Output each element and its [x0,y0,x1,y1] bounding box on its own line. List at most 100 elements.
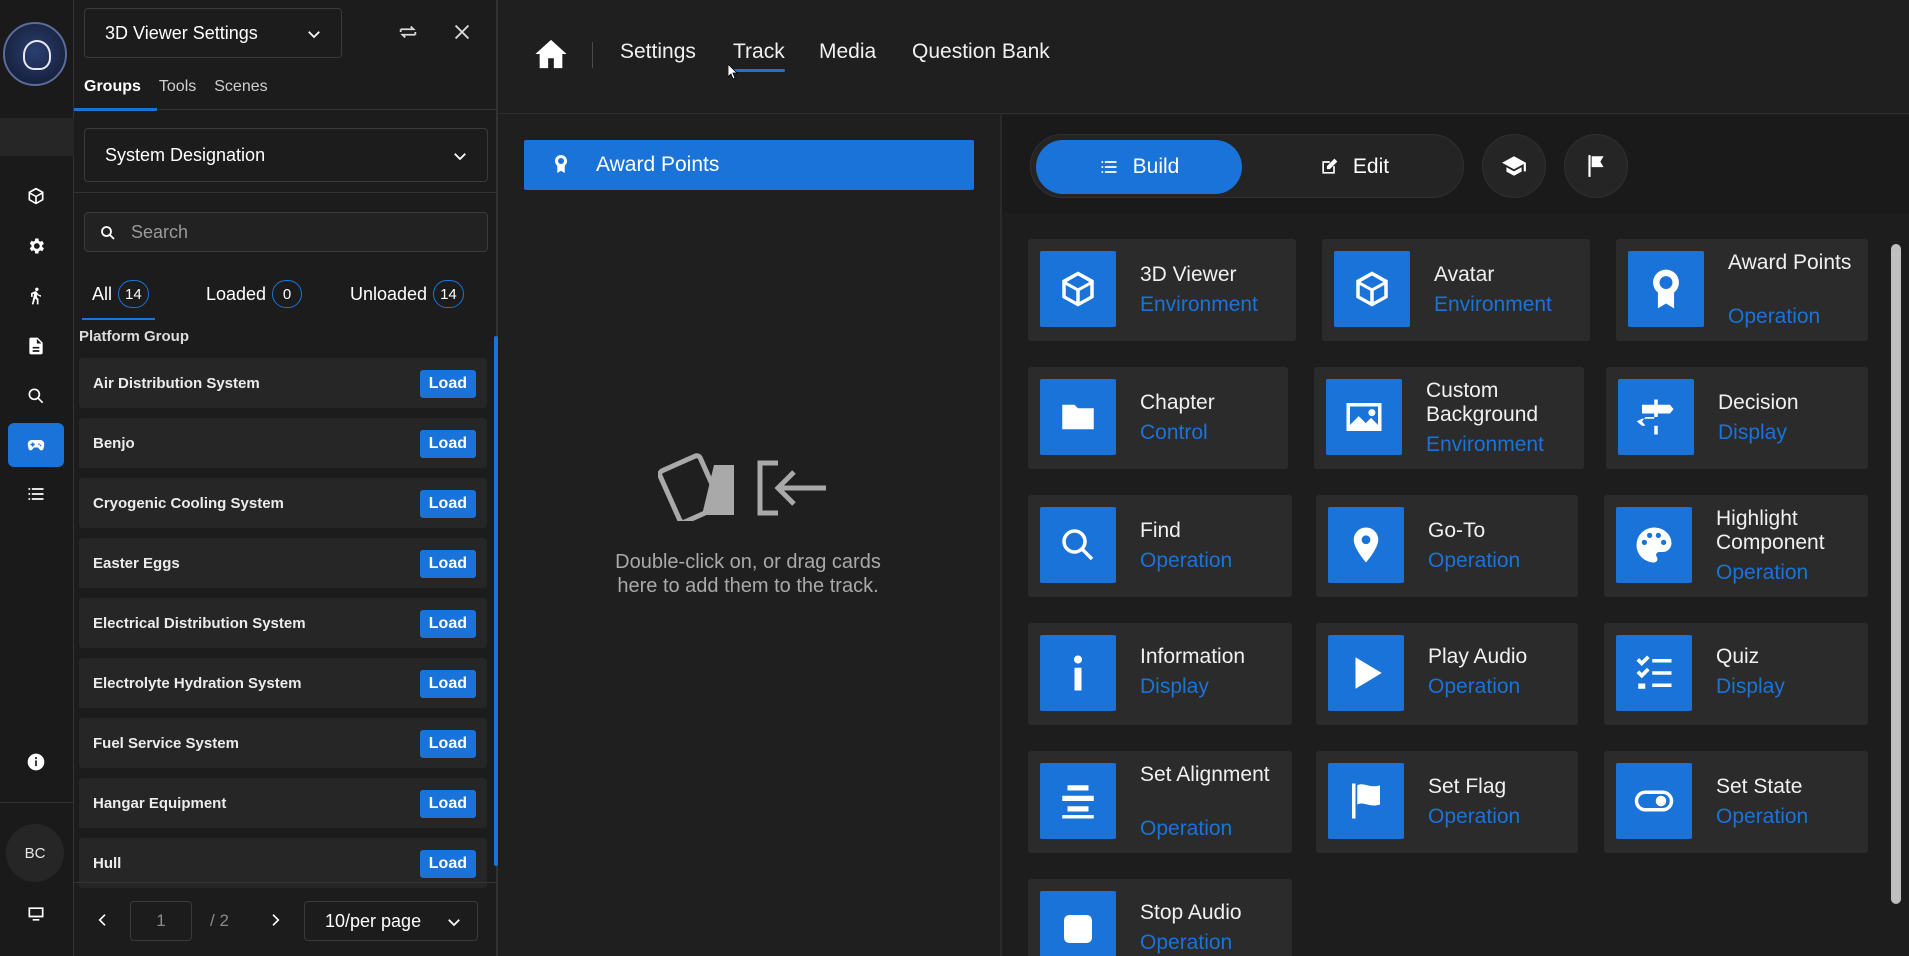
nav-media[interactable]: Media [819,40,876,64]
cube-icon [1356,271,1388,307]
list-item[interactable]: Cryogenic Cooling System Load [79,478,487,528]
card-quiz[interactable]: Quiz Display [1604,623,1868,725]
filter-unloaded[interactable]: Unloaded 14 [350,268,464,320]
refresh-button[interactable] [390,14,426,50]
search-icon [1062,529,1094,561]
load-button[interactable]: Load [419,490,476,518]
edit-label: Edit [1352,155,1390,178]
monitor-icon [28,907,44,921]
per-page-select[interactable]: 10/per page [304,901,478,941]
card-category: Environment [1140,293,1258,316]
tab-groups[interactable]: Groups [74,72,157,111]
rail-monitor-button[interactable] [8,892,64,936]
card-category: Operation [1728,305,1821,328]
card-go-to[interactable]: Go-To Operation [1316,495,1578,597]
card-icon [1334,251,1410,327]
list-item[interactable]: Hangar Equipment Load [79,778,487,828]
rail-list-button[interactable] [8,472,64,516]
filter-unloaded-label: Unloaded [350,283,428,304]
user-avatar[interactable]: BC [6,824,64,882]
drag-drop-icon [658,453,826,521]
card-chapter[interactable]: Chapter Control [1028,367,1288,469]
edit-button[interactable]: Edit [1251,140,1457,194]
card-icon [1326,379,1402,455]
track-column: Award Points Double-click on, or drag ca… [498,115,1000,956]
card-icon [1628,251,1704,327]
play-icon [1355,657,1382,689]
card-set-alignment[interactable]: Set Alignment Operation [1028,751,1292,853]
card-play-audio[interactable]: Play Audio Operation [1316,623,1578,725]
card-title: 3D Viewer [1140,263,1237,286]
search-field[interactable] [84,212,488,252]
quiz-mode-button[interactable] [1482,134,1546,198]
rail-search-button[interactable] [8,374,64,418]
list-item[interactable]: Fuel Service System Load [79,718,487,768]
track-card-award-points[interactable]: Award Points [524,140,974,190]
group-filter-select[interactable]: System Designation [84,128,488,182]
item-label: Electrical Distribution System [93,614,306,632]
load-filter-tabs: All 14 Loaded 0 Unloaded 14 [74,268,498,320]
panel-separator [74,192,498,193]
card-award-points[interactable]: Award Points Operation [1616,239,1868,341]
list-item[interactable]: Benjo Load [79,418,487,468]
tab-tools[interactable]: Tools [159,72,206,110]
rail-walk-button[interactable] [8,274,64,318]
card-category: Operation [1140,931,1233,954]
rail-info-button[interactable] [8,740,64,784]
load-button[interactable]: Load [419,550,476,578]
home-button[interactable] [534,38,568,72]
panel-tabs: Groups Tools Scenes [74,72,498,111]
card-title: Set Flag [1428,775,1507,798]
card-title: Quiz [1716,645,1760,668]
nav-track[interactable]: Track [733,40,785,72]
card-find[interactable]: Find Operation [1028,495,1292,597]
load-button[interactable]: Load [419,850,476,878]
card-icon [1616,635,1692,711]
close-button[interactable] [444,14,480,50]
load-button[interactable]: Load [419,430,476,458]
load-button[interactable]: Load [419,790,476,818]
rail-settings-button[interactable] [8,224,64,268]
card-title: Go-To [1428,519,1486,542]
card-avatar[interactable]: Avatar Environment [1322,239,1590,341]
search-input[interactable] [131,221,471,243]
prev-page-button[interactable] [88,905,118,935]
nav-question-bank[interactable]: Question Bank [912,40,1050,64]
card-icon [1328,763,1404,839]
rail-document-button[interactable] [8,324,64,368]
card-set-state[interactable]: Set State Operation [1604,751,1868,853]
count-badge: 0 [272,280,303,308]
page-number-input[interactable]: 1 [130,901,192,941]
flag-button[interactable] [1564,134,1628,198]
cube-icon [1062,271,1094,307]
filter-loaded[interactable]: Loaded 0 [206,268,303,320]
viewer-settings-select[interactable]: 3D Viewer Settings [84,8,342,58]
load-button[interactable]: Load [419,730,476,758]
list-item[interactable]: Hull Load [79,838,487,888]
palette-scrollbar[interactable] [1891,244,1901,904]
load-button[interactable]: Load [419,370,476,398]
walk-icon [31,287,41,305]
load-button[interactable]: Load [419,610,476,638]
rail-game-button[interactable] [8,423,64,467]
card-highlight-component[interactable]: Highlight Component Operation [1604,495,1868,597]
card-information[interactable]: Information Display [1028,623,1292,725]
cube-icon [28,187,44,205]
tab-scenes[interactable]: Scenes [214,72,277,110]
drop-hint-text: Double-click on, or drag cards here to a… [615,551,881,597]
card-decision[interactable]: Decision Display [1606,367,1868,469]
build-button[interactable]: Build [1036,140,1242,194]
list-item[interactable]: Air Distribution System Load [79,358,487,408]
list-item[interactable]: Electrolyte Hydration System Load [79,658,487,708]
rail-3d-button[interactable] [8,174,64,218]
list-item[interactable]: Easter Eggs Load [79,538,487,588]
card-set-flag[interactable]: Set Flag Operation [1316,751,1578,853]
card-custom-background[interactable]: Custom Background Environment [1314,367,1584,469]
nav-settings[interactable]: Settings [620,40,696,64]
next-page-button[interactable] [260,905,290,935]
list-item[interactable]: Electrical Distribution System Load [79,598,487,648]
card-3d-viewer[interactable]: 3D Viewer Environment [1028,239,1296,341]
card-stop-audio[interactable]: Stop Audio Operation [1028,879,1292,956]
load-button[interactable]: Load [419,670,476,698]
filter-all[interactable]: All 14 [82,268,155,320]
